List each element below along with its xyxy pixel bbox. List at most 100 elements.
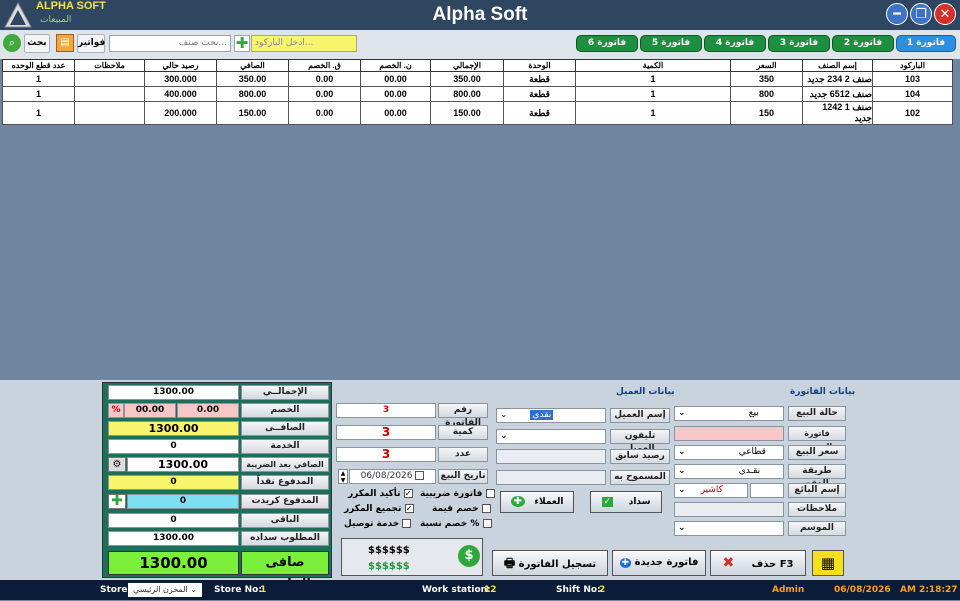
table-cell[interactable]: 0.00 (288, 86, 361, 102)
table-cell[interactable]: 300.000 (144, 71, 217, 87)
tab-invoice-4[interactable]: فاتورة 4 (704, 35, 766, 52)
checkbox[interactable] (482, 519, 492, 528)
col-header[interactable]: رصيد حالي (144, 59, 217, 72)
notes-field[interactable] (674, 502, 784, 517)
search-button[interactable]: بحث (24, 34, 50, 53)
table-row[interactable]: 1 200.000 150.00 0.00 00.00 150.00 قطعة 1 150 صنف… (2, 101, 953, 125)
save-invoice-button[interactable]: 🖶 تسجيل الفاتورة F12 (492, 550, 608, 594)
customer-phone-select[interactable]: ⌄ (496, 429, 606, 444)
merge-duplicate-option[interactable]: تجميع المكرر ✓ (344, 504, 414, 514)
tab-invoice-5[interactable]: فاتورة 5 (640, 35, 702, 52)
table-cell[interactable]: 00.00 (360, 86, 431, 102)
checkbox-checked[interactable]: ✓ (404, 504, 414, 513)
date-spinner[interactable]: ▲ ▼ (338, 469, 348, 484)
table-cell[interactable]: قطعة (503, 86, 576, 102)
checkbox-checked[interactable]: ✓ (403, 489, 413, 498)
table-cell[interactable]: 104 (872, 86, 953, 102)
clients-button[interactable]: ✚ العملاء (500, 491, 574, 513)
sale-state-select[interactable]: ⌄ بيع (674, 406, 784, 421)
col-header[interactable]: ق. الخصم (288, 59, 361, 72)
minimize-button[interactable]: ━ (886, 3, 908, 25)
table-cell[interactable]: 1 (2, 71, 75, 87)
table-cell[interactable]: 400.000 (144, 86, 217, 102)
customer-name-select[interactable]: ⌄ نقدى (496, 408, 606, 423)
delivery-option[interactable]: خدمة توصيل (344, 519, 412, 529)
table-cell[interactable] (74, 86, 145, 102)
table-cell[interactable]: 350.00 (430, 71, 504, 87)
discount-value-b[interactable]: 0.00 (177, 403, 239, 418)
col-header[interactable]: السعر (730, 59, 803, 72)
seller-code-field[interactable] (750, 483, 784, 498)
col-header[interactable]: ملاحظات (74, 59, 145, 72)
search-icon[interactable]: ⌕ (3, 34, 21, 52)
table-cell[interactable]: 800.00 (430, 86, 504, 102)
table-row[interactable]: 1 400.000 800.00 0.00 00.00 800.00 قطعة 1 800 صنف… (2, 86, 953, 102)
pay-method-select[interactable]: ⌄ نقـدي (674, 464, 784, 479)
close-button[interactable]: ✕ (934, 3, 956, 25)
percent-discount-option[interactable]: خصم نسبة % (420, 519, 492, 529)
item-search-input[interactable]: بحث صنف... (109, 35, 231, 52)
table-cell[interactable] (74, 101, 145, 125)
table-row[interactable]: 1 300.000 350.00 0.00 00.00 350.00 قطعة 1 350 صنف… (2, 71, 953, 87)
table-cell[interactable]: قطعة (503, 101, 576, 125)
confirm-duplicate-option[interactable]: تأكيد المكرر ✓ (348, 489, 413, 499)
tab-invoice-3[interactable]: فاتورة 3 (768, 35, 830, 52)
col-header[interactable]: إسم الصنف (802, 59, 873, 72)
table-cell[interactable]: 0.00 (288, 71, 361, 87)
invoices-button[interactable]: فواتير (77, 34, 105, 53)
table-cell[interactable]: 150.00 (216, 101, 289, 125)
checkbox[interactable] (481, 504, 491, 513)
discount-value-a[interactable]: 00.00 (124, 403, 176, 418)
table-cell[interactable]: 103 (872, 71, 953, 87)
col-header[interactable]: الكمية (575, 59, 731, 72)
checkbox[interactable] (485, 489, 495, 498)
col-header[interactable]: الإجمالي (430, 59, 504, 72)
service-value[interactable]: 0 (108, 439, 239, 454)
tab-invoice-6[interactable]: فاتورة 6 (576, 35, 638, 52)
table-cell[interactable]: 350.00 (216, 71, 289, 87)
table-cell[interactable]: 1 (575, 71, 731, 87)
delete-button[interactable]: ✖ حذف F3 (710, 550, 806, 576)
tab-invoice-2[interactable]: فاتورة 2 (832, 35, 894, 52)
table-cell[interactable]: 800 (730, 86, 803, 102)
table-cell[interactable]: 200.000 (144, 101, 217, 125)
table-cell[interactable]: 1 (2, 86, 75, 102)
col-header[interactable]: الباركود (872, 59, 953, 72)
value-discount-option[interactable]: خصم قيمة (432, 504, 491, 514)
store-select[interactable]: المخزن الرئيسي ⌄ (128, 583, 202, 597)
date-checkbox[interactable] (415, 471, 425, 480)
price-type-select[interactable]: ⌄ قطاعي (674, 445, 784, 460)
col-header[interactable]: عدد قطع الوحده (2, 59, 75, 72)
col-header[interactable]: الصافي (216, 59, 289, 72)
table-cell[interactable]: 1 (575, 101, 731, 125)
add-item-icon[interactable]: ✚ (234, 35, 250, 52)
barcode-input[interactable]: ادخل الباركود... (251, 35, 357, 52)
table-cell[interactable]: 150.00 (430, 101, 504, 125)
table-cell[interactable]: 00.00 (360, 71, 431, 87)
table-cell[interactable]: 102 (872, 101, 953, 125)
paid-cash-value[interactable]: 0 (108, 475, 239, 490)
add-credit-icon[interactable]: ✚ (108, 494, 126, 509)
tax-invoice-option[interactable]: فاتورة ضريبية (420, 489, 495, 499)
dollar-icon[interactable]: $ (458, 545, 480, 567)
discount-percent-sign[interactable]: % (108, 403, 124, 418)
col-header[interactable]: الوحدة (503, 59, 576, 72)
tax-icon[interactable]: ⚙ (108, 457, 126, 472)
invoices-icon[interactable]: ▤ (56, 34, 74, 52)
season-select[interactable]: ⌄ (674, 521, 784, 536)
new-invoice-button[interactable]: ✚ فاتورة جديدة F4 (612, 550, 706, 592)
restore-button[interactable]: ❐ (910, 3, 932, 25)
paid-credit-value[interactable]: 0 (127, 494, 239, 509)
col-header[interactable]: ن. الخصم (360, 59, 431, 72)
cash-register-icon[interactable]: ▦ (812, 550, 844, 576)
table-cell[interactable]: 800.00 (216, 86, 289, 102)
table-cell[interactable]: 1 (2, 101, 75, 125)
pay-button[interactable]: ✓ سداد (590, 491, 662, 513)
checkbox[interactable] (402, 519, 412, 528)
table-cell[interactable]: 350 (730, 71, 803, 87)
seller-select[interactable]: ⌄ كاشير (674, 483, 748, 498)
table-cell[interactable]: صنف 6512 جديد (802, 86, 873, 102)
tab-invoice-1[interactable]: فاتورة 1 (896, 35, 956, 52)
table-cell[interactable]: صنف 2 234 جديد (802, 71, 873, 87)
table-cell[interactable]: 0.00 (288, 101, 361, 125)
